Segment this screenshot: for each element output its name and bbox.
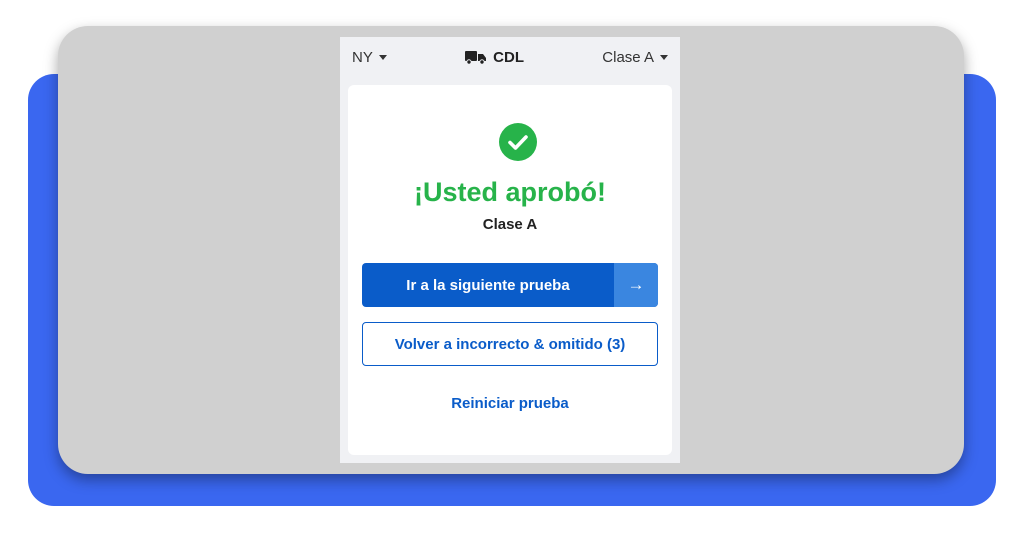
caret-down-icon — [660, 55, 668, 60]
top-bar: NY CDL Clase A — [340, 37, 680, 77]
class-dropdown-label: Clase A — [602, 48, 654, 66]
class-dropdown[interactable]: Clase A — [602, 49, 668, 66]
result-title: ¡Usted aprobó! — [414, 177, 606, 207]
review-incorrect-button[interactable]: Volver a incorrecto & omitido (3) — [362, 322, 658, 366]
result-subtitle: Clase A — [482, 216, 538, 233]
mobile-screen: NY CDL Clase A ¡Usted aprobó! Clase A Ir… — [340, 37, 680, 463]
arrow-right-icon: → — [614, 263, 658, 307]
result-panel: ¡Usted aprobó! Clase A Ir a la siguiente… — [348, 85, 672, 455]
check-circle-icon — [499, 123, 537, 161]
state-dropdown[interactable]: NY — [352, 49, 387, 66]
restart-test-link[interactable]: Reiniciar prueba — [348, 395, 672, 412]
truck-icon — [465, 51, 487, 65]
state-dropdown-label: NY — [352, 48, 373, 66]
next-test-label: Ir a la siguiente prueba — [406, 276, 570, 294]
brand-label: CDL — [493, 48, 524, 66]
caret-down-icon — [378, 55, 387, 60]
brand: CDL — [465, 49, 524, 66]
next-test-button[interactable]: Ir a la siguiente prueba → — [362, 263, 658, 307]
